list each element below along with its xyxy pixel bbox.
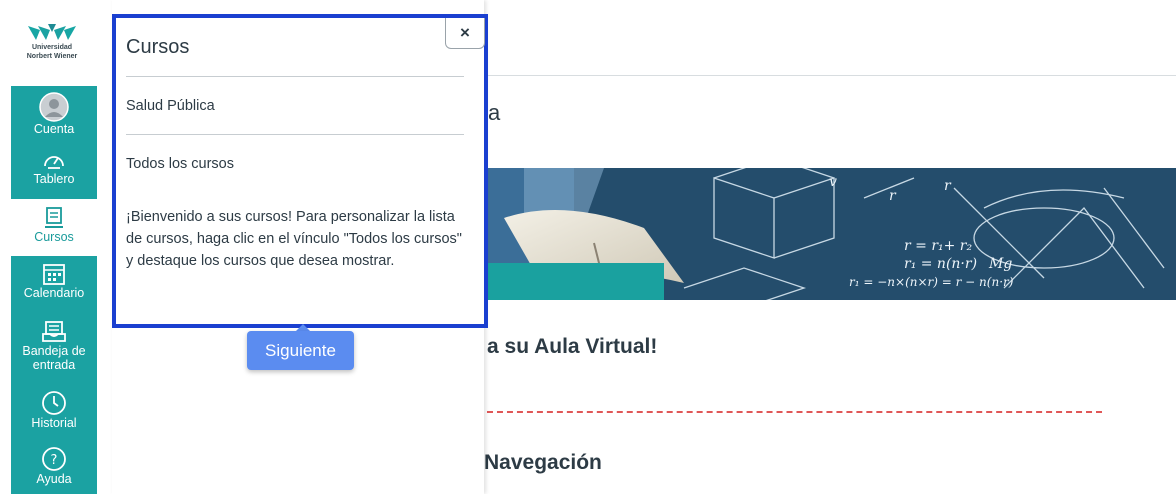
welcome-heading: a su Aula Virtual!: [487, 335, 658, 358]
help-question-icon: ?: [42, 447, 66, 471]
svg-text:r = r₁+ r₂: r = r₁+ r₂: [904, 238, 973, 254]
tour-next-button[interactable]: Siguiente: [247, 331, 354, 370]
nav-label-tablero: Tablero: [33, 172, 75, 186]
logo-mark-icon: [28, 24, 76, 40]
close-tray-button[interactable]: ×: [445, 18, 485, 49]
nav-label-calendario: Calendario: [23, 286, 85, 300]
tray-divider: [126, 134, 464, 135]
navigation-heading: Navegación: [484, 451, 602, 474]
nav-item-cuenta[interactable]: Cuenta: [11, 86, 97, 143]
courses-tray-highlight: Cursos × Salud Pública Todos los cursos …: [112, 14, 488, 328]
nav-label-cuenta: Cuenta: [33, 122, 75, 136]
dashed-divider: [487, 411, 1102, 413]
account-avatar-icon: [39, 92, 69, 122]
course-link-salud-publica[interactable]: Salud Pública: [126, 98, 215, 114]
tray-divider: [126, 76, 464, 77]
dashboard-gauge-icon: [44, 156, 64, 169]
nav-item-bandeja[interactable]: Bandeja de entrada: [11, 313, 97, 385]
svg-text:r₁ = −n×(n×r) = r − n(n·r): r₁ = −n×(n×r) = r − n(n·r): [849, 275, 1014, 289]
nav-label-cursos: Cursos: [34, 230, 74, 244]
svg-text:v: v: [829, 174, 837, 190]
logo-text-line1: Universidad: [31, 44, 73, 51]
close-icon: ×: [460, 23, 470, 42]
courses-book-icon: [45, 207, 63, 228]
svg-text:?: ?: [51, 453, 58, 468]
calendar-icon: [43, 264, 65, 285]
nav-item-ayuda[interactable]: ? Ayuda: [11, 441, 97, 494]
global-navigation: Universidad Norbert Wiener Cuenta Tabler…: [0, 0, 97, 494]
tray-title: Cursos: [126, 36, 190, 58]
nav-item-historial[interactable]: Historial: [11, 385, 97, 441]
logo-text-line2: Norbert Wiener: [26, 53, 78, 60]
nav-item-calendario[interactable]: Calendario: [11, 256, 97, 313]
nav-item-cursos[interactable]: Cursos: [11, 199, 97, 256]
nav-label-bandeja: Bandeja de entrada: [22, 344, 86, 372]
svg-text:Mg: Mg: [988, 256, 1012, 272]
tray-help-text: ¡Bienvenido a sus cursos! Para personali…: [126, 209, 462, 269]
course-banner-image: v r r r = r₁+ r₂ r₁ = n(n·r) Mg r₁ = −n×…: [484, 168, 1176, 300]
all-courses-link[interactable]: Todos los cursos: [126, 156, 234, 172]
header-divider: [485, 75, 1176, 76]
history-clock-icon: [42, 391, 66, 415]
nav-item-tablero[interactable]: Tablero: [11, 143, 97, 199]
svg-text:r₁ = n(n·r): r₁ = n(n·r): [904, 256, 977, 272]
tour-pointer-arrow: [296, 324, 310, 331]
nav-label-ayuda: Ayuda: [36, 472, 72, 486]
inbox-icon: [42, 321, 66, 342]
page-title: a: [488, 100, 501, 125]
university-logo[interactable]: Universidad Norbert Wiener: [10, 22, 94, 72]
nav-label-historial: Historial: [31, 416, 77, 430]
